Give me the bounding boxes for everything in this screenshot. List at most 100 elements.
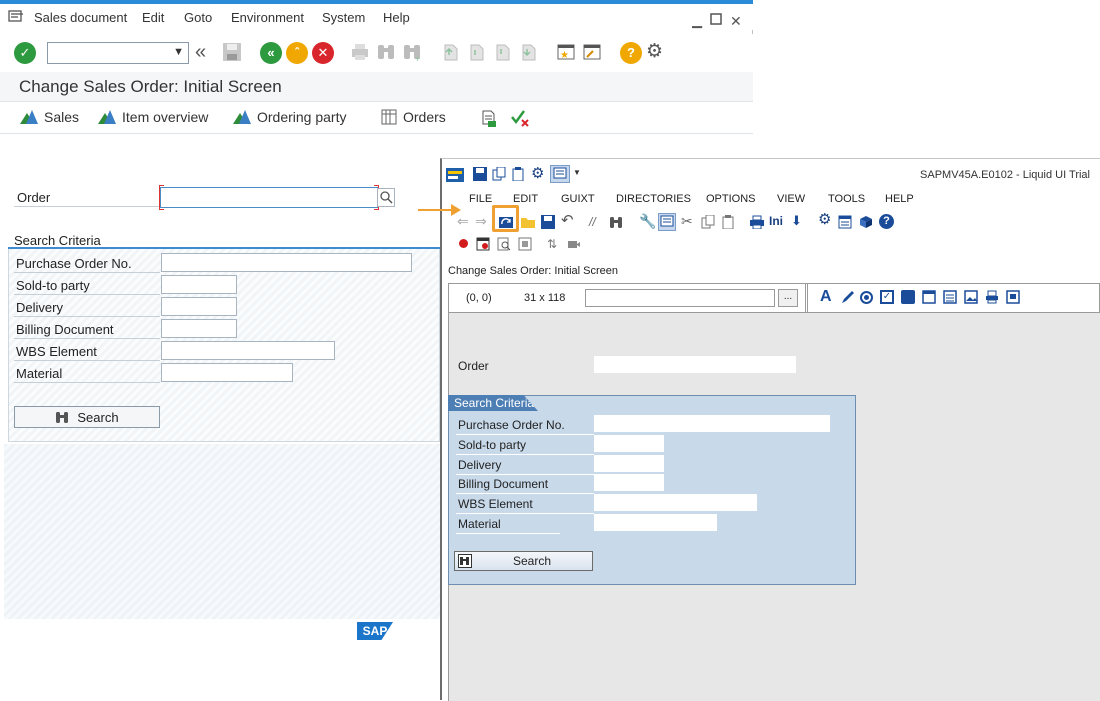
cancel-icon[interactable]: ✕	[312, 42, 334, 64]
back-icon[interactable]: «	[260, 42, 282, 64]
order-input[interactable]	[160, 187, 378, 208]
menu-goto[interactable]: Goto	[184, 10, 212, 25]
window-tool-icon[interactable]	[922, 290, 936, 307]
designer-ellipsis-button[interactable]: ...	[778, 289, 798, 307]
camera-icon[interactable]	[567, 237, 581, 251]
last-page-icon[interactable]	[518, 42, 540, 64]
minimize-icon[interactable]: ▁	[692, 13, 702, 29]
search-help-icon[interactable]	[377, 188, 395, 207]
text-tool-icon[interactable]: A	[820, 288, 832, 306]
arrow-right-icon[interactable]: ⇒	[475, 214, 489, 229]
trace-icon[interactable]: ⇅	[547, 237, 561, 251]
gear-icon[interactable]: ⚙	[531, 164, 544, 182]
wrench-icon[interactable]: 🔧	[639, 214, 656, 228]
enter-check-icon[interactable]: ✓	[14, 42, 36, 64]
book-icon[interactable]	[859, 215, 873, 229]
lui-menu-help[interactable]: HELP	[885, 193, 914, 205]
help-icon[interactable]: ?	[620, 42, 642, 64]
command-field[interactable]: ▼	[47, 42, 189, 64]
screen-tool-icon[interactable]	[1006, 290, 1020, 307]
settings-icon[interactable]: ⚙	[818, 212, 832, 227]
lui-menu-tools[interactable]: TOOLS	[828, 193, 865, 205]
lui-purchase-order-input[interactable]	[594, 415, 830, 432]
script-editor-icon[interactable]	[838, 215, 852, 229]
save-icon[interactable]	[541, 215, 555, 229]
stamp-tool-icon[interactable]	[985, 290, 999, 307]
quick-access-dropdown-icon[interactable]: ▼	[573, 168, 581, 177]
menu-system[interactable]: System	[322, 10, 365, 25]
comment-icon[interactable]: //	[589, 215, 603, 229]
lui-menu-guixt[interactable]: GUIXT	[561, 193, 595, 205]
item-overview-button[interactable]: Item overview	[98, 109, 208, 125]
chevron-down-icon[interactable]: ▼	[173, 46, 184, 58]
delivery-input[interactable]	[161, 297, 237, 316]
menu-icon[interactable]	[8, 10, 24, 23]
lui-menu-edit[interactable]: EDIT	[513, 193, 538, 205]
document-flow-icon[interactable]	[480, 110, 498, 131]
record-icon[interactable]	[459, 239, 468, 248]
image-tool-icon[interactable]	[964, 290, 978, 307]
open-folder-icon[interactable]	[520, 215, 535, 229]
screen-edit-icon[interactable]	[658, 213, 676, 231]
lui-order-input[interactable]	[594, 356, 796, 373]
box-tool-icon[interactable]	[901, 290, 915, 304]
menu-sales-document[interactable]: Sales document	[34, 10, 127, 25]
undo-icon[interactable]: ↶	[561, 213, 575, 228]
exit-icon[interactable]: ˆ	[286, 42, 308, 64]
paste-icon[interactable]	[511, 167, 525, 184]
create-session-icon[interactable]: ★	[556, 42, 578, 64]
download-icon[interactable]: ⬇	[791, 214, 805, 228]
purchase-order-input[interactable]	[161, 253, 412, 272]
print-icon[interactable]	[749, 215, 764, 230]
lui-menu-view[interactable]: VIEW	[777, 193, 805, 205]
lui-menu-directories[interactable]: DIRECTORIES	[616, 193, 691, 205]
menu-help[interactable]: Help	[383, 10, 410, 25]
lui-menu-file[interactable]: FILE	[469, 193, 492, 205]
sold-to-party-input[interactable]	[161, 275, 237, 294]
lui-material-input[interactable]	[594, 514, 717, 531]
back-double-chevron-icon[interactable]: «	[195, 42, 217, 64]
lui-billing-document-input[interactable]	[594, 474, 664, 491]
pen-tool-icon[interactable]	[840, 289, 854, 308]
material-input[interactable]	[161, 363, 293, 382]
sales-button[interactable]: Sales	[20, 109, 79, 125]
billing-document-input[interactable]	[161, 319, 237, 338]
copy-icon[interactable]	[701, 214, 715, 229]
arrow-left-icon[interactable]: ⇐	[457, 214, 471, 229]
copy-icon[interactable]	[492, 166, 506, 184]
orders-button[interactable]: Orders	[381, 109, 446, 125]
lui-search-button[interactable]: Search	[454, 551, 593, 571]
maximize-icon[interactable]	[710, 13, 722, 28]
paste-icon[interactable]	[721, 215, 735, 230]
wbs-element-input[interactable]	[161, 341, 335, 360]
menu-edit[interactable]: Edit	[142, 10, 164, 25]
first-page-icon[interactable]	[440, 42, 462, 64]
step-icon[interactable]	[518, 237, 532, 251]
check-delete-icon[interactable]	[510, 109, 530, 130]
checkbox-tool-icon[interactable]: ✓	[880, 290, 894, 304]
help-icon[interactable]: ?	[879, 214, 894, 229]
menu-environment[interactable]: Environment	[231, 10, 304, 25]
lui-wbs-element-input[interactable]	[594, 494, 757, 511]
lui-delivery-input[interactable]	[594, 455, 664, 472]
inspect-icon[interactable]	[497, 237, 511, 251]
find-icon[interactable]	[376, 42, 398, 64]
designer-command-input[interactable]	[585, 289, 775, 307]
ini-button[interactable]: Ini	[769, 214, 783, 228]
next-page-icon[interactable]	[492, 42, 514, 64]
find-next-icon[interactable]: +	[402, 42, 424, 64]
radio-tool-icon[interactable]	[860, 291, 873, 304]
save-icon[interactable]	[473, 167, 487, 184]
print-icon[interactable]	[350, 42, 372, 64]
lui-menu-options[interactable]: OPTIONS	[706, 193, 756, 205]
ordering-party-button[interactable]: Ordering party	[233, 109, 346, 125]
previous-page-icon[interactable]	[466, 42, 488, 64]
shortcut-icon[interactable]	[582, 42, 604, 64]
table-tool-icon[interactable]	[943, 290, 957, 307]
screen-icon[interactable]	[550, 165, 570, 183]
cut-icon[interactable]: ✂	[681, 214, 695, 228]
breakpoint-icon[interactable]	[476, 237, 490, 251]
lui-sold-to-party-input[interactable]	[594, 435, 664, 452]
gear-icon[interactable]: ⚙	[646, 42, 668, 64]
close-icon[interactable]: ✕	[730, 13, 742, 30]
